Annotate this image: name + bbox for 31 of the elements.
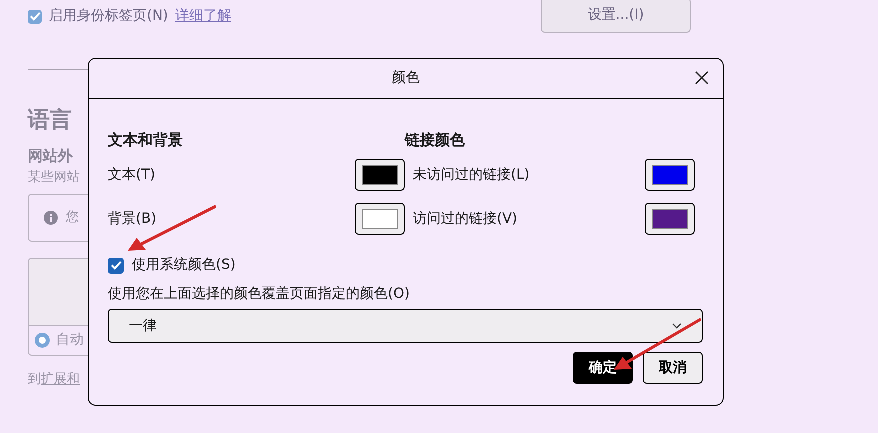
group-heading: 链接颜色	[405, 130, 466, 151]
radio-label: 自动	[56, 331, 84, 350]
color-picker-button[interactable]	[355, 159, 405, 191]
color-picker-button[interactable]	[645, 159, 695, 191]
checkbox[interactable]	[28, 10, 42, 24]
color-label: 未访问过的链接(L)	[413, 166, 531, 184]
chevron-down-icon	[672, 323, 682, 329]
color-label: 访问过的链接(V)	[413, 210, 519, 228]
cancel-button[interactable]: 取消	[643, 352, 703, 384]
subheading: 网站外	[28, 146, 73, 167]
color-label: 文本(T)	[108, 166, 156, 184]
color-picker-button[interactable]	[355, 203, 405, 235]
info-text: 您	[66, 209, 79, 228]
color-picker-button[interactable]	[645, 203, 695, 235]
dialog-title: 颜色	[392, 69, 420, 88]
override-label: 使用您在上面选择的颜色覆盖页面指定的颜色(O)	[108, 285, 411, 304]
group-heading: 文本和背景	[108, 130, 184, 151]
description-text: 某些网站	[28, 168, 80, 186]
checkbox-label: 使用系统颜色(S)	[132, 256, 236, 275]
section-heading: 语言	[28, 106, 72, 135]
override-dropdown[interactable]: 一律	[108, 309, 703, 343]
radio-button[interactable]	[35, 333, 50, 348]
color-label: 背景(B)	[108, 210, 158, 228]
checkbox[interactable]	[108, 258, 124, 274]
info-icon	[44, 211, 58, 225]
checkbox-label: 启用身份标签页(N)	[49, 7, 168, 26]
learn-more-link[interactable]: 详细了解	[175, 6, 232, 27]
close-icon[interactable]	[695, 71, 709, 85]
settings-button[interactable]: 设置...(I)	[541, 0, 691, 33]
footer-text: 到	[28, 371, 41, 389]
confirm-button[interactable]: 确定	[573, 352, 633, 384]
